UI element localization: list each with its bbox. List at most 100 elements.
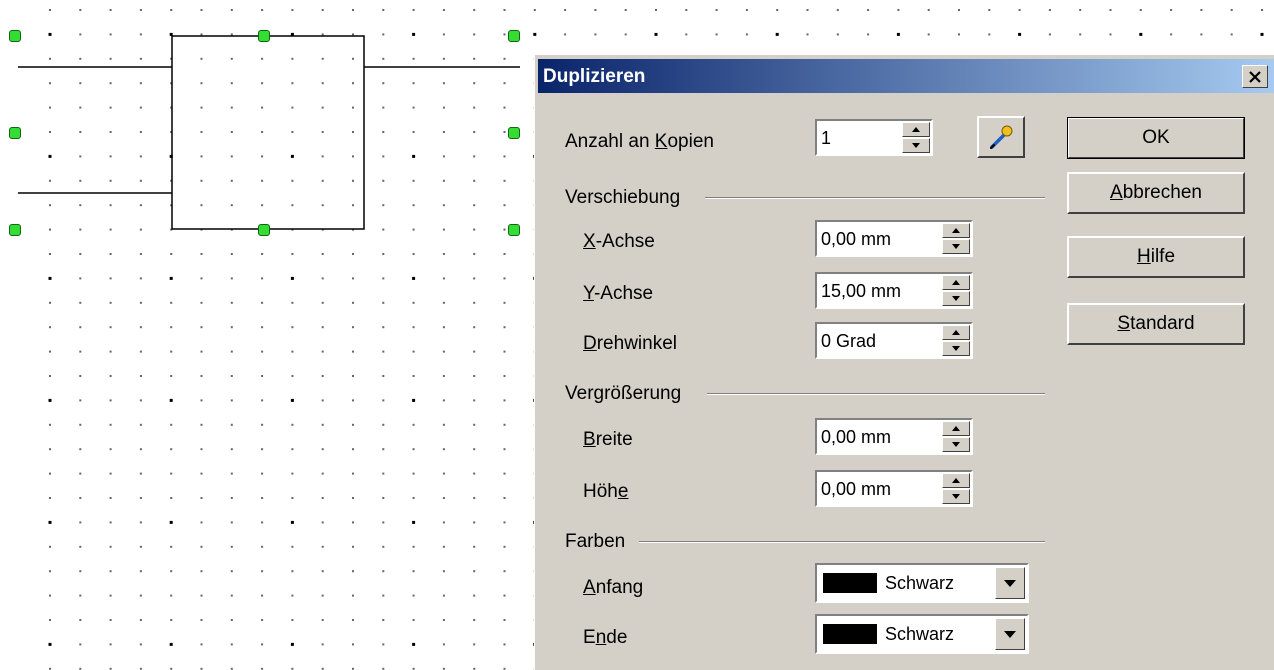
spin-up-icon <box>952 426 960 431</box>
grid-dot <box>139 350 142 353</box>
start-color-select[interactable]: Schwarz <box>815 563 1029 603</box>
x-axis-field[interactable]: 0,00 mm <box>815 220 973 257</box>
spin-up-icon <box>952 280 960 285</box>
grid-dot <box>169 642 173 646</box>
selection-handle-middle-left[interactable] <box>9 127 21 139</box>
width-field[interactable]: 0,00 mm <box>815 418 973 455</box>
grid-dot <box>79 545 82 548</box>
dialog-titlebar[interactable]: Duplizieren <box>538 59 1274 93</box>
grid-dot <box>291 375 294 377</box>
x-axis-increment[interactable] <box>942 223 970 238</box>
help-button-label: Hilfe <box>1136 246 1176 267</box>
grid-dot <box>442 497 445 499</box>
grid-dot <box>79 594 82 597</box>
reset-button[interactable]: Standard <box>1067 303 1245 345</box>
ok-button[interactable]: OK <box>1067 117 1245 159</box>
grid-dot <box>291 423 294 426</box>
grid-dot <box>442 375 445 377</box>
selection-handle-bottom-right[interactable] <box>508 224 520 236</box>
rotation-decrement[interactable] <box>942 341 970 356</box>
height-field[interactable]: 0,00 mm <box>815 470 973 507</box>
grid-dot <box>442 545 445 548</box>
grid-dot <box>109 619 112 621</box>
grid-dot <box>321 472 324 475</box>
copies-stepper[interactable]: 1 <box>815 119 933 156</box>
x-axis-decrement[interactable] <box>942 239 970 254</box>
spin-down-icon <box>912 143 920 148</box>
grid-dot <box>412 350 415 353</box>
cancel-button[interactable]: Abbrechen <box>1067 172 1245 214</box>
grid-dot <box>412 57 415 60</box>
grid-dot <box>473 277 476 280</box>
copies-decrement[interactable] <box>902 138 930 153</box>
grid-dot <box>503 277 506 280</box>
grid-dot <box>230 448 233 451</box>
spin-down-icon <box>952 296 960 301</box>
end-color-select[interactable]: Schwarz <box>815 614 1029 654</box>
pick-values-button[interactable] <box>977 116 1025 158</box>
y-axis-increment[interactable] <box>942 275 970 290</box>
grid-dot <box>170 375 173 377</box>
y-axis-decrement[interactable] <box>942 291 970 306</box>
grid-dot <box>382 179 385 182</box>
grid-dot <box>79 350 82 353</box>
selection-handle-bottom-left[interactable] <box>9 224 21 236</box>
selection-handle-top-center[interactable] <box>258 30 270 42</box>
grid-dot <box>473 106 476 109</box>
grid-dot <box>139 497 142 499</box>
grid-dot <box>109 326 112 329</box>
grid-dot <box>109 131 112 133</box>
grid-dot <box>170 423 173 426</box>
selection-handle-top-left[interactable] <box>9 30 21 42</box>
spin-up-icon <box>912 127 920 132</box>
grid-dot <box>230 33 233 36</box>
width-increment[interactable] <box>942 421 970 436</box>
grid-dot <box>170 619 173 621</box>
grid-dot <box>382 643 385 646</box>
grid-dot <box>836 33 839 36</box>
selection-handle-bottom-center[interactable] <box>258 224 270 236</box>
grid-dot <box>382 448 385 451</box>
grid-dot <box>230 423 233 426</box>
spin-down-icon <box>952 494 960 499</box>
grid-dot <box>49 545 51 548</box>
grid-dot <box>321 375 324 377</box>
grid-dot <box>79 204 82 207</box>
grid-dot <box>473 545 476 548</box>
grid-dot <box>49 594 51 597</box>
grid-dot <box>412 131 415 133</box>
offset-group-divider <box>705 197 1045 199</box>
width-decrement[interactable] <box>942 437 970 452</box>
grid-dot <box>473 33 476 36</box>
grid-dot <box>230 521 233 524</box>
rotation-field[interactable]: 0 Grad <box>815 322 973 359</box>
height-increment[interactable] <box>942 473 970 488</box>
grid-dot <box>79 9 82 11</box>
grid-dot <box>261 131 264 133</box>
grid-dot <box>352 57 354 60</box>
grid-dot <box>139 545 142 548</box>
grid-dot <box>473 179 476 182</box>
grid-dot <box>291 204 294 207</box>
end-color-dropdown-button[interactable] <box>995 618 1025 650</box>
start-color-label: Anfang <box>583 577 644 598</box>
grid-dot <box>412 253 415 255</box>
grid-dot <box>1048 9 1051 11</box>
grid-dot <box>200 82 203 85</box>
grid-dot <box>382 375 385 377</box>
copies-increment[interactable] <box>902 122 930 137</box>
grid-dot <box>473 82 476 85</box>
grid-dot <box>109 570 112 573</box>
grid-dot <box>352 545 354 548</box>
rotation-increment[interactable] <box>942 325 970 340</box>
selection-handle-top-right[interactable] <box>508 30 520 42</box>
start-color-dropdown-button[interactable] <box>995 567 1025 599</box>
selection-handle-middle-right[interactable] <box>508 127 520 139</box>
grid-dot <box>1018 32 1022 36</box>
close-button[interactable] <box>1242 65 1268 88</box>
y-axis-field[interactable]: 15,00 mm <box>815 272 973 309</box>
grid-dot <box>139 82 142 85</box>
grid-dot <box>261 9 264 11</box>
height-decrement[interactable] <box>942 489 970 504</box>
help-button[interactable]: Hilfe <box>1067 236 1245 278</box>
